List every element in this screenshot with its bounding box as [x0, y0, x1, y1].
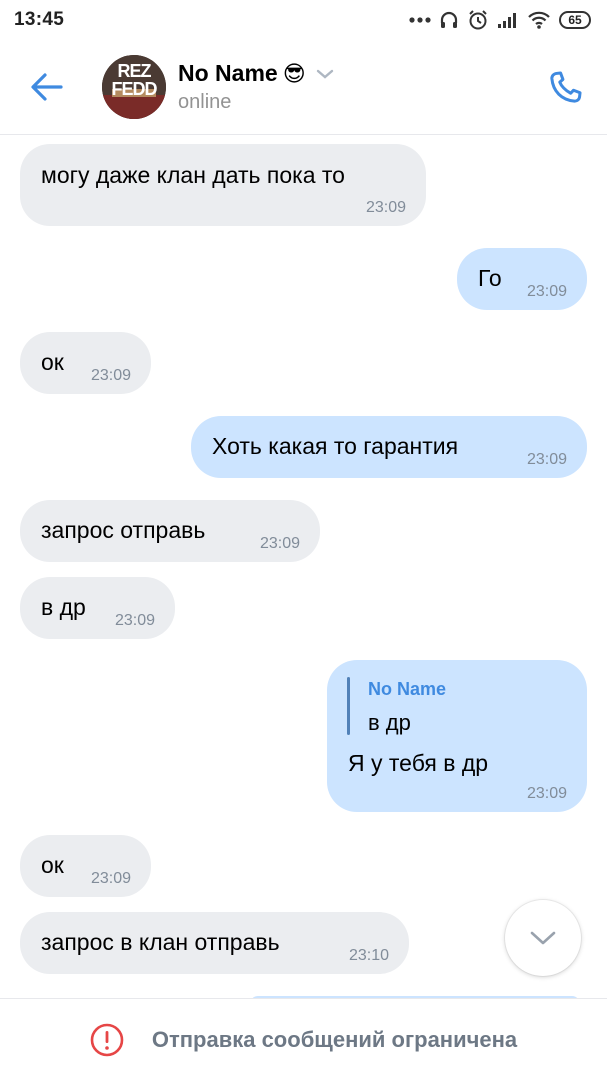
peer-name: No Name: [178, 60, 278, 86]
messaging-restricted-bar: Отправка сообщений ограничена: [0, 998, 607, 1080]
status-bar: 13:45 65: [0, 0, 607, 40]
dots-icon: [409, 17, 431, 23]
headphones-icon: [440, 11, 458, 28]
chevron-down-icon: [316, 69, 333, 79]
message-time: 23:09: [114, 612, 155, 629]
warning-icon: [90, 1023, 124, 1056]
message-text: запрос отправь: [41, 517, 206, 543]
peer-status: online: [178, 91, 232, 113]
battery-icon: 65: [559, 11, 591, 29]
restriction-notice: Отправка сообщений ограничена: [151, 1026, 518, 1052]
phone-icon: [550, 71, 582, 103]
status-time: 13:45: [14, 9, 65, 30]
scroll-down-button[interactable]: [505, 900, 581, 976]
reply-text: в др: [368, 710, 411, 735]
avatar[interactable]: REZ FEDD: [102, 55, 166, 119]
message-bubble-incoming[interactable]: ок 23:09: [20, 332, 151, 394]
battery-level: 65: [568, 13, 582, 27]
message-bubble-incoming[interactable]: могу даже клан дать пока то 23:09: [20, 144, 426, 226]
arrow-left-icon: [31, 73, 63, 101]
message-text: запрос в клан отправь: [41, 929, 280, 955]
wifi-icon: [528, 11, 550, 29]
message-time: 23:09: [365, 199, 406, 216]
message-time: 23:10: [348, 947, 389, 964]
message-text: Я у тебя в др: [348, 750, 489, 776]
message-bubble-incoming[interactable]: в др 23:09: [20, 577, 175, 639]
message-bubble-incoming[interactable]: ок 23:09: [20, 835, 151, 897]
call-button[interactable]: [543, 66, 587, 110]
message-time: 23:09: [526, 283, 567, 300]
message-bubble-outgoing[interactable]: Го 23:09: [457, 248, 587, 310]
message-text: ок: [41, 349, 64, 375]
avatar-text-line2: FEDD: [111, 79, 158, 99]
message-bubble-incoming[interactable]: запрос отправь 23:09: [20, 500, 320, 562]
message-time: 23:09: [259, 535, 300, 552]
message-time: 23:09: [90, 367, 131, 384]
reply-quote-bar: [347, 677, 350, 735]
message-bubble-outgoing-reply[interactable]: No Name в др Я у тебя в др 23:09: [327, 660, 587, 812]
peer-emoji: 😎: [282, 60, 306, 86]
reply-author: No Name: [368, 679, 447, 699]
chevron-down-icon: [530, 931, 556, 945]
message-text: могу даже клан дать пока то: [41, 162, 345, 188]
message-text: Го: [478, 265, 502, 291]
message-time: 23:09: [90, 870, 131, 887]
peer-info[interactable]: No Name 😎 online: [178, 60, 334, 114]
message-bubble-outgoing[interactable]: Хоть какая то гарантия 23:09: [191, 416, 587, 478]
message-text: в др: [41, 594, 86, 620]
chat-header: REZ FEDD No Name 😎 online: [0, 40, 607, 135]
message-text: ок: [41, 852, 64, 878]
alarm-icon: [469, 10, 487, 30]
message-time: 23:09: [526, 451, 567, 468]
message-time: 23:09: [526, 785, 567, 802]
message-bubble-incoming[interactable]: запрос в клан отправь 23:10: [20, 912, 409, 974]
message-text: Хоть какая то гарантия: [212, 433, 459, 459]
status-icons: 65: [409, 9, 591, 31]
back-button[interactable]: [17, 57, 77, 117]
signal-icon: [498, 13, 516, 28]
